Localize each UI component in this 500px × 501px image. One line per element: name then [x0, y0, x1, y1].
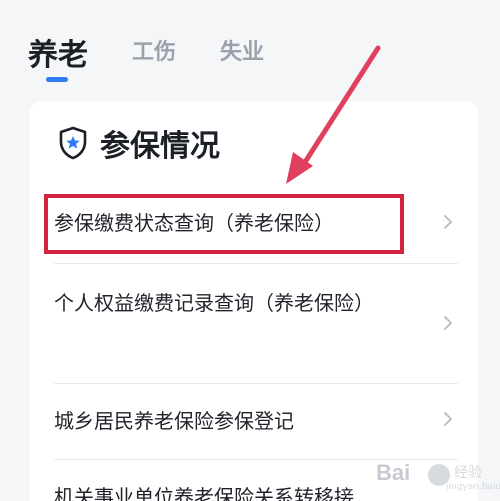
tab-pension[interactable]: 养老	[28, 30, 88, 74]
chevron-right-icon	[444, 215, 452, 229]
insurance-status-card: 参保情况 参保缴费状态查询（养老保险） 个人权益缴费记录查询（养老保险） 城乡居…	[30, 101, 478, 501]
chevron-right-icon	[444, 316, 452, 330]
list-item-label: 个人权益缴费记录查询（养老保险）	[54, 291, 374, 315]
chevron-right-icon	[444, 412, 452, 426]
watermark-url: jingyan.baidu.com	[446, 482, 500, 492]
divider	[54, 383, 458, 384]
list-item-label: 机关事业单位养老保险关系转移接	[54, 485, 354, 501]
shield-star-icon	[59, 126, 87, 160]
section-title: 参保情况	[100, 129, 220, 164]
list-item-personal-rights-record[interactable]: 个人权益缴费记录查询（养老保险）	[54, 271, 458, 381]
title-bar	[0, 0, 500, 8]
watermark-brand: Bai	[376, 460, 411, 485]
divider	[54, 263, 458, 264]
tab-unemployment[interactable]: 失业	[220, 34, 264, 66]
watermark-suffix: 经验	[454, 465, 482, 481]
tab-work-injury[interactable]: 工伤	[132, 34, 176, 66]
baidu-jingyan-watermark: Bai 经验 jingyan.baidu.com	[376, 456, 500, 496]
highlight-box	[44, 194, 404, 254]
active-tab-indicator	[46, 77, 68, 82]
screen: 养老 工伤 失业 参保情况 参保缴费状态查询（养老保险） 个人权益缴费记录查询（…	[0, 0, 500, 501]
list-item-label: 城乡居民养老保险参保登记	[54, 409, 294, 433]
insurance-tabs: 养老 工伤 失业	[0, 24, 500, 84]
list-item-resident-pension-registration[interactable]: 城乡居民养老保险参保登记	[54, 385, 458, 457]
section-header: 参保情况	[58, 123, 220, 164]
